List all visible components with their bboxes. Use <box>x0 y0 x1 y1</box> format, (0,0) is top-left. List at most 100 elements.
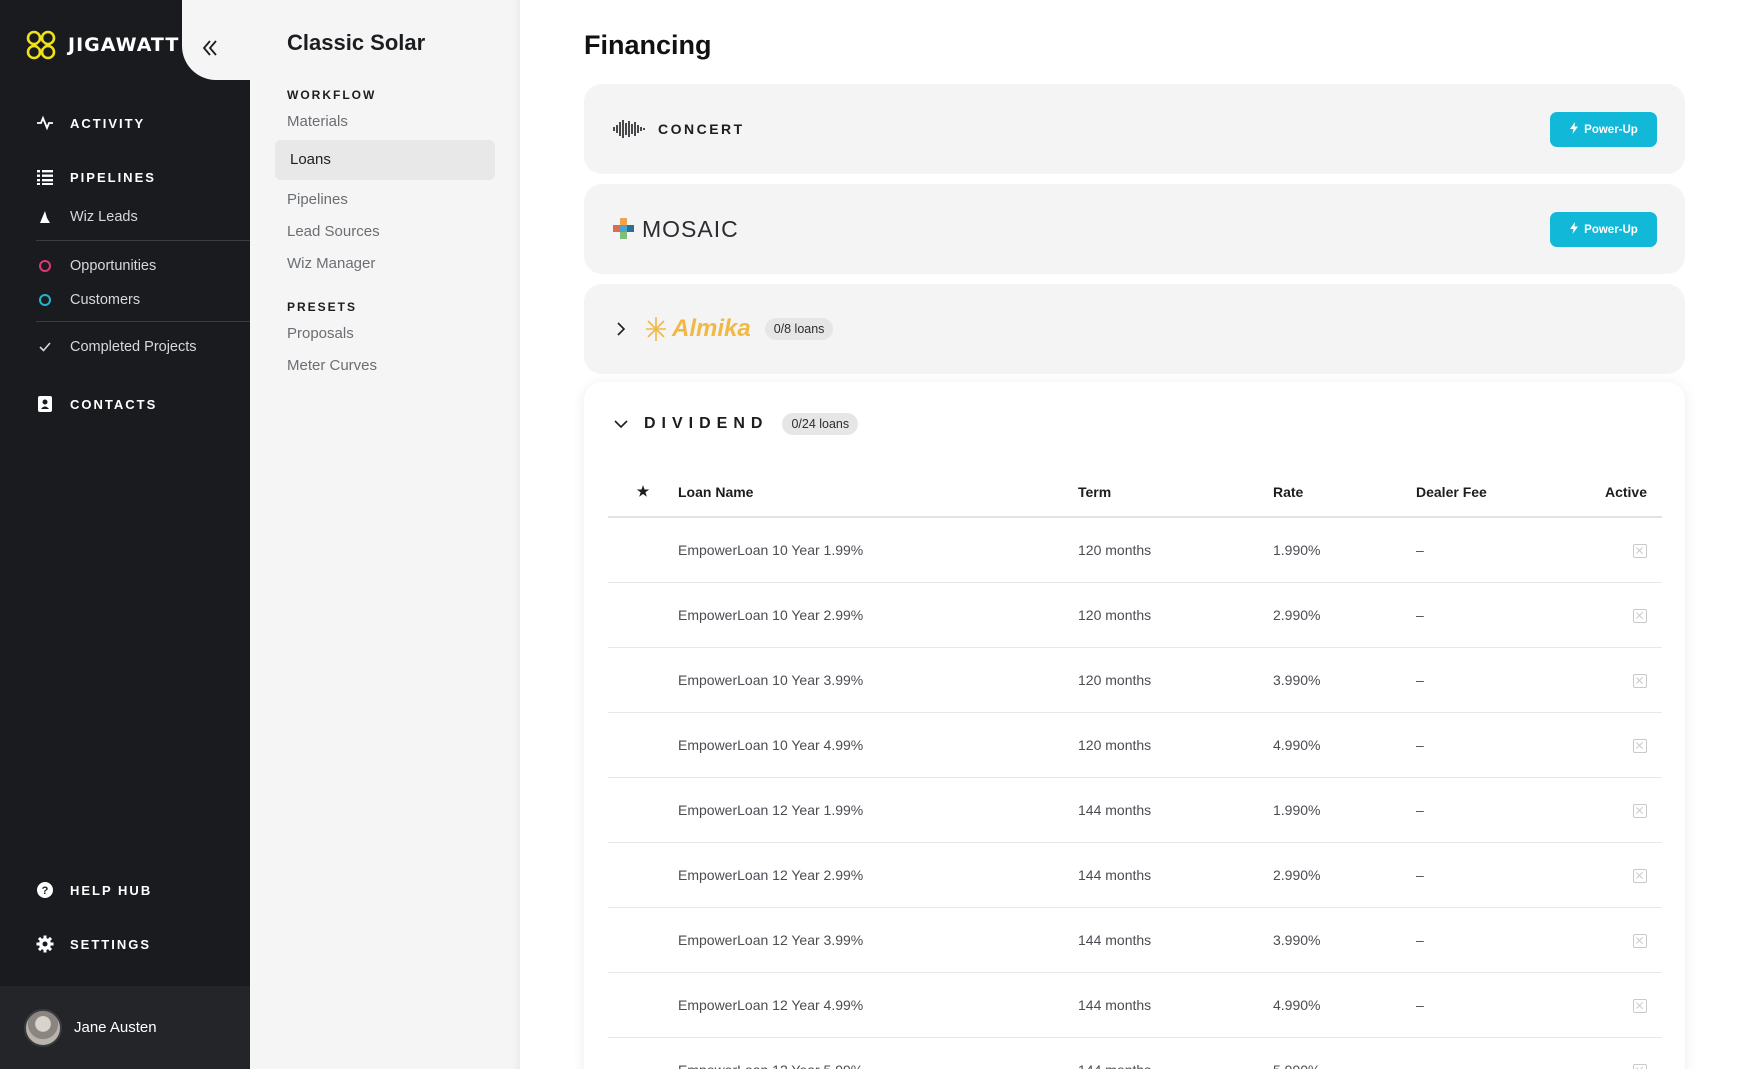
active-column-header[interactable]: Active <box>1586 467 1662 518</box>
table-row[interactable]: EmpowerLoan 12 Year 1.99% 144 months 1.990… <box>608 777 1662 843</box>
table-row[interactable]: EmpowerLoan 12 Year 5.99%144 months5.990… <box>608 1037 1662 1069</box>
main-content: Financing CONCERT Power-Up MOSAIC Power-… <box>520 0 1749 1069</box>
rate-cell: 3.990% <box>1273 647 1416 713</box>
provider-card-almika[interactable]: Almika 0/8 loans <box>584 284 1685 374</box>
collapse-sidebar-icon[interactable] <box>198 36 222 60</box>
active-cell <box>1586 777 1662 843</box>
nav-customers-label: Customers <box>70 292 141 308</box>
bolt-icon <box>1569 122 1579 137</box>
panel-item-loans[interactable]: Loans <box>275 140 495 180</box>
panel-item-meter-curves[interactable]: Meter Curves <box>287 350 507 382</box>
dividend-loan-count-badge: 0/24 loans <box>782 413 859 435</box>
star-cell <box>608 972 678 1038</box>
concert-powerup-button[interactable]: Power-Up <box>1550 112 1657 147</box>
nav-customers[interactable]: Customers <box>0 283 250 317</box>
term-cell: 120 months <box>1078 712 1273 778</box>
active-checkbox[interactable] <box>1633 1063 1647 1069</box>
circle-icon <box>36 257 54 275</box>
nav-settings[interactable]: SETTINGS <box>0 926 250 962</box>
nav-wiz-leads[interactable]: Wiz Leads <box>0 200 250 234</box>
loan-name-cell: EmpowerLoan 10 Year 1.99% <box>678 517 1078 583</box>
nav-opportunities[interactable]: Opportunities <box>0 249 250 283</box>
user-profile[interactable]: Jane Austen <box>0 986 250 1069</box>
gear-icon <box>36 935 54 953</box>
loan-name-cell: EmpowerLoan 10 Year 3.99% <box>678 647 1078 713</box>
active-checkbox[interactable] <box>1633 803 1647 818</box>
nav-settings-label: SETTINGS <box>70 936 152 952</box>
star-cell <box>608 907 678 973</box>
table-row[interactable]: EmpowerLoan 10 Year 3.99% 120 months 3.990… <box>608 647 1662 713</box>
dealer-fee-cell: – <box>1416 712 1586 778</box>
workflow-group: WORKFLOW Materials Loans Pipelines Lead … <box>275 84 507 280</box>
active-checkbox[interactable] <box>1633 673 1647 688</box>
nav-pipelines[interactable]: PIPELINES <box>0 159 250 195</box>
panel-item-wiz-manager[interactable]: Wiz Manager <box>287 248 507 280</box>
panel-item-proposals[interactable]: Proposals <box>287 318 507 350</box>
nav-help-hub[interactable]: ? HELP HUB <box>0 872 250 908</box>
page-title: Financing <box>584 30 712 60</box>
dividend-header[interactable]: DIVIDEND 0/24 loans <box>612 404 859 444</box>
active-cell <box>1586 517 1662 583</box>
almika-burst-icon <box>646 317 666 341</box>
jigawatt-logo-icon <box>26 30 56 60</box>
nav-opportunities-label: Opportunities <box>70 258 157 274</box>
chevron-right-icon[interactable] <box>612 320 630 338</box>
loan-name-cell: EmpowerLoan 12 Year 5.99% <box>678 1037 1078 1069</box>
star-column-header[interactable]: ★ <box>608 467 678 518</box>
circle-icon <box>36 291 54 309</box>
loan-name-cell: EmpowerLoan 12 Year 4.99% <box>678 972 1078 1038</box>
concert-name: CONCERT <box>658 121 745 137</box>
loan-name-cell: EmpowerLoan 12 Year 2.99% <box>678 842 1078 908</box>
svg-text:?: ? <box>42 885 49 897</box>
rate-column-header[interactable]: Rate <box>1273 467 1416 518</box>
table-row[interactable]: EmpowerLoan 10 Year 1.99% 120 months 1.990… <box>608 517 1662 583</box>
loan-name-column-header[interactable]: Loan Name <box>678 467 1078 518</box>
table-row[interactable]: EmpowerLoan 12 Year 3.99% 144 months 3.990… <box>608 907 1662 973</box>
wizard-icon <box>36 208 54 226</box>
active-checkbox[interactable] <box>1633 543 1647 558</box>
panel-item-lead-sources[interactable]: Lead Sources <box>287 216 507 248</box>
nav-divider <box>36 240 250 241</box>
table-row[interactable]: EmpowerLoan 10 Year 4.99% 120 months 4.990… <box>608 712 1662 778</box>
chevron-down-icon[interactable] <box>612 415 630 433</box>
nav-completed-projects[interactable]: Completed Projects <box>0 330 250 364</box>
panel-item-pipelines[interactable]: Pipelines <box>287 184 507 216</box>
rate-cell: 1.990% <box>1273 777 1416 843</box>
provider-card-dividend: DIVIDEND 0/24 loans ★ Loan Name Term Rat… <box>584 382 1685 1069</box>
panel-item-materials[interactable]: Materials <box>287 106 507 138</box>
table-row[interactable]: EmpowerLoan 12 Year 4.99% 144 months 4.990… <box>608 972 1662 1038</box>
dealer-fee-cell: – <box>1416 907 1586 973</box>
dealer-fee-cell: – <box>1416 777 1586 843</box>
term-column-header[interactable]: Term <box>1078 467 1273 518</box>
rate-cell: 4.990% <box>1273 972 1416 1038</box>
almika-name: Almika <box>672 315 751 342</box>
active-checkbox[interactable] <box>1633 868 1647 883</box>
active-checkbox[interactable] <box>1633 998 1647 1013</box>
contacts-icon <box>36 395 54 413</box>
nav-activity[interactable]: ACTIVITY <box>0 105 250 141</box>
rate-cell: 2.990% <box>1273 842 1416 908</box>
nav-contacts[interactable]: CONTACTS <box>0 386 250 422</box>
star-cell <box>608 842 678 908</box>
rate-cell: 4.990% <box>1273 712 1416 778</box>
star-cell <box>608 777 678 843</box>
app-name: JIGAWATT <box>68 34 180 56</box>
mosaic-powerup-button[interactable]: Power-Up <box>1550 212 1657 247</box>
provider-card-concert: CONCERT Power-Up <box>584 84 1685 174</box>
term-cell: 144 months <box>1078 777 1273 843</box>
rate-cell: 3.990% <box>1273 907 1416 973</box>
table-row[interactable]: EmpowerLoan 12 Year 2.99% 144 months 2.990… <box>608 842 1662 908</box>
dealer-fee-cell: – <box>1416 647 1586 713</box>
dealer-fee-column-header[interactable]: Dealer Fee <box>1416 467 1586 518</box>
active-checkbox[interactable] <box>1633 738 1647 753</box>
table-row[interactable]: EmpowerLoan 10 Year 2.99% 120 months 2.990… <box>608 582 1662 648</box>
term-cell: 120 months <box>1078 647 1273 713</box>
almika-loan-count-badge: 0/8 loans <box>764 318 834 340</box>
active-checkbox[interactable] <box>1633 933 1647 948</box>
rate-cell: 2.990% <box>1273 582 1416 648</box>
rate-cell: 1.990% <box>1273 517 1416 583</box>
active-checkbox[interactable] <box>1633 608 1647 623</box>
table-header-row: ★ Loan Name Term Rate Dealer Fee Active <box>608 467 1662 518</box>
star-cell <box>608 582 678 648</box>
app-logo[interactable]: JIGAWATT <box>24 28 179 62</box>
